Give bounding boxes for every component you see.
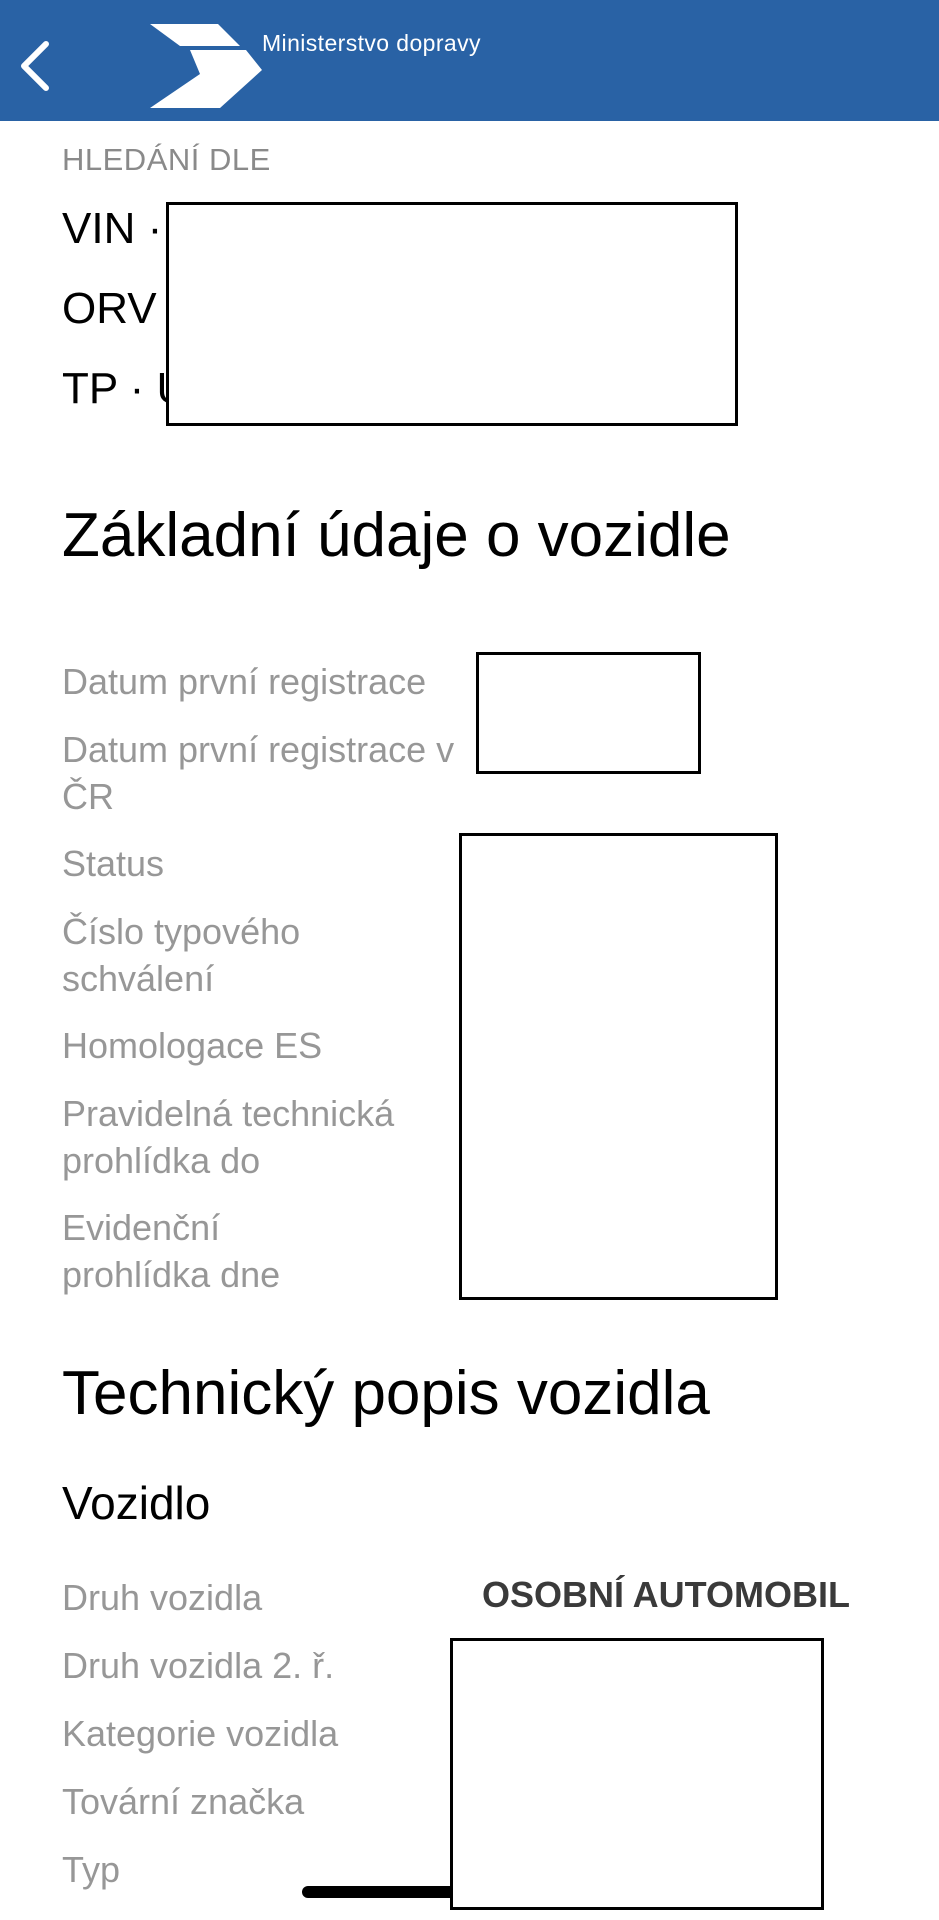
field-label-homologation: Homologace ES [62,1025,323,1066]
field-label-registration-inspection: Evidenční prohlídka dne [62,1207,281,1295]
basic-info-title: Základní údaje o vozidle [62,501,731,570]
redaction-box-search [166,202,738,426]
search-row-orv: ORV [62,284,157,333]
field-label-vehicle-kind: Druh vozidla [62,1577,263,1618]
field-label-vehicle-kind-2: Druh vozidla 2. ř. [62,1645,335,1686]
redaction-box-vehicle [450,1638,824,1910]
field-label-first-registration: Datum první registrace [62,661,427,702]
field-label-type-approval: Číslo typového schválení [62,911,301,999]
field-label-first-registration-cz: Datum první registrace v ČR [62,729,455,817]
chevron-left-icon [21,41,49,91]
ministry-logo-icon [150,24,262,108]
field-value-vehicle-kind: OSOBNÍ AUTOMOBIL [482,1574,850,1615]
field-label-technical-inspection: Pravidelná technická prohlídka do [62,1093,395,1181]
vehicle-subtitle: Vozidlo [62,1477,211,1529]
org-name: Ministerstvo dopravy [262,30,481,56]
redaction-box-dates [476,652,701,774]
app-header: Ministerstvo dopravy [0,0,939,121]
technical-title: Technický popis vozidla [62,1359,710,1428]
back-button[interactable] [14,38,56,94]
field-label-manufacturer: Tovární značka [62,1781,305,1822]
search-row-vin: VIN · [62,204,163,253]
field-label-vehicle-category: Kategorie vozidla [62,1713,339,1754]
field-label-status: Status [62,843,165,884]
redaction-box-status [459,833,778,1300]
search-section-label: HLEDÁNÍ DLE [62,142,271,177]
